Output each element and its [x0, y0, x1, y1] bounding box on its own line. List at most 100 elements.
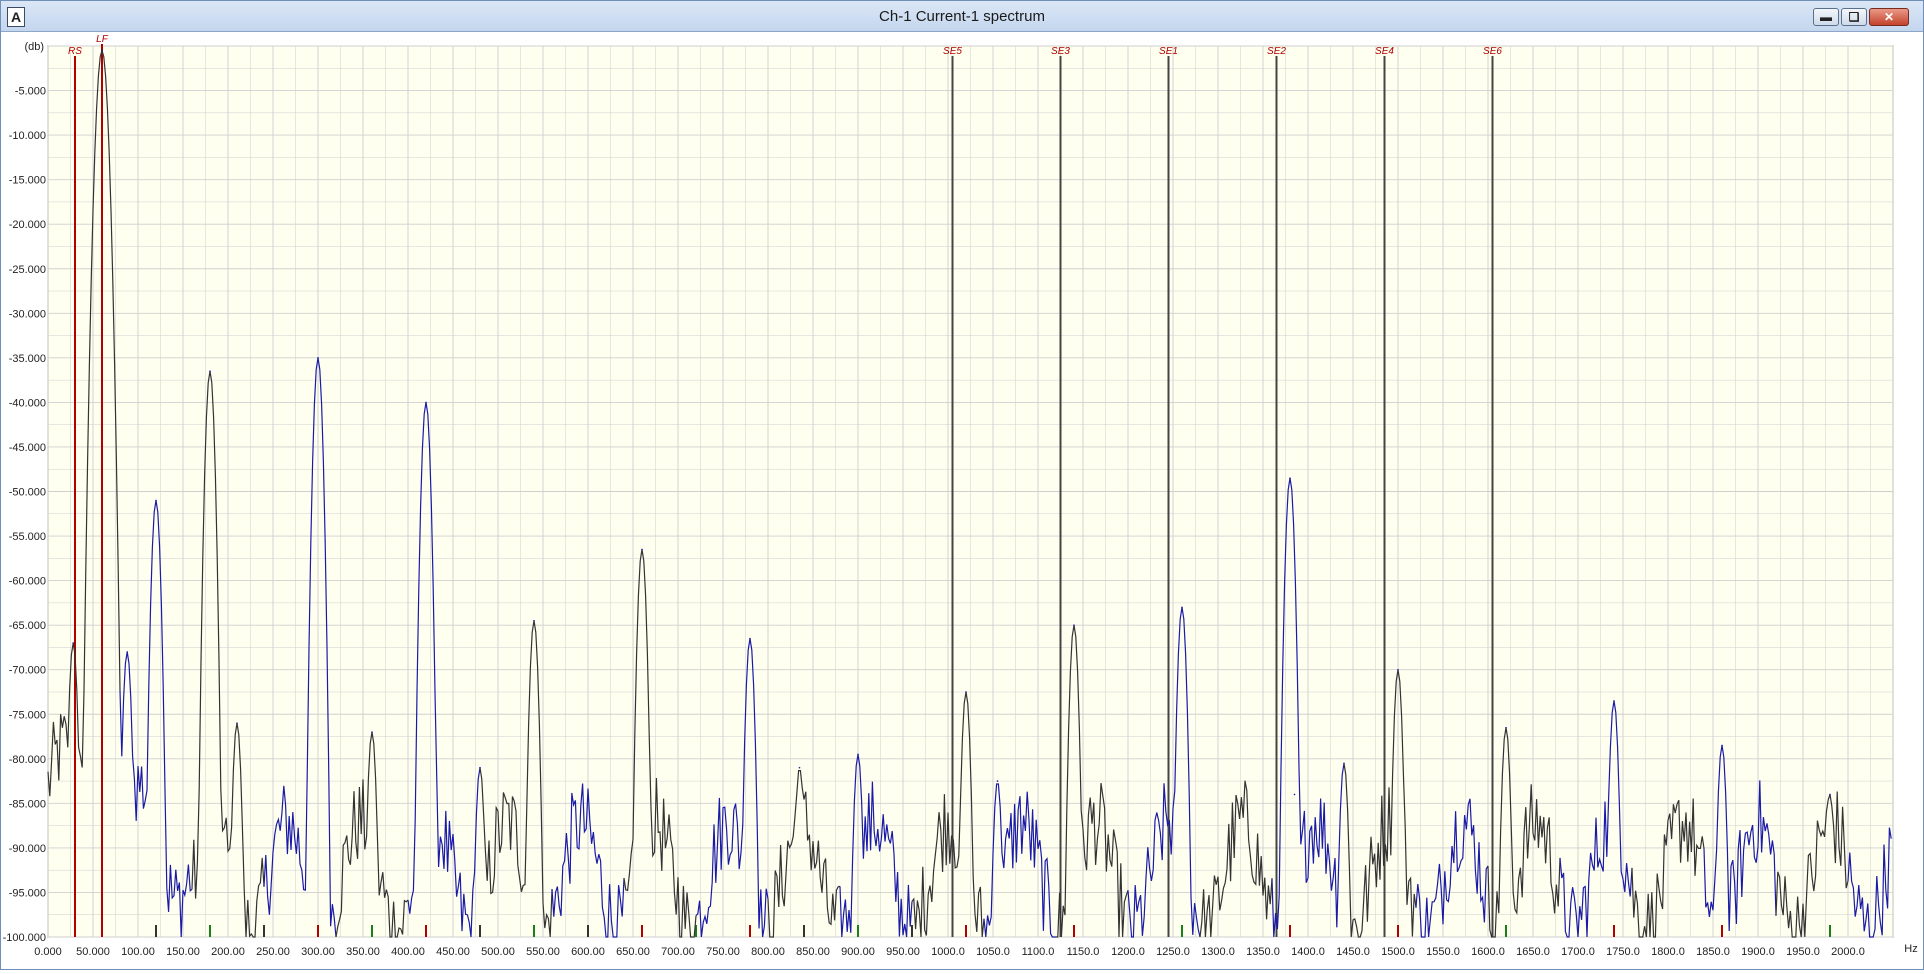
title-bar[interactable]: A Ch-1 Current-1 spectrum ▬ ❑ ✕: [1, 1, 1923, 32]
x-tick-label: 550.00: [526, 946, 560, 958]
marker-label-se4: SE4: [1375, 46, 1394, 57]
spectrum-peak-point: [479, 766, 481, 769]
x-tick-label: 1400.0: [1291, 946, 1325, 958]
x-tick-label: 600.00: [571, 946, 605, 958]
x-tick-label: 2000.0: [1831, 946, 1865, 958]
y-tick-label: -25.000: [9, 264, 46, 276]
x-tick-label: 1750.0: [1606, 946, 1640, 958]
y-tick-label: -65.000: [9, 620, 46, 632]
y-tick-label: -5.000: [15, 86, 46, 98]
spectrum-peak-point: [1073, 624, 1075, 626]
spectrum-peak-point: [1181, 606, 1183, 609]
marker-label-se2: SE2: [1267, 46, 1286, 57]
x-unit-label: Hz: [1904, 943, 1917, 955]
x-tick-label: 1600.0: [1471, 946, 1505, 958]
x-tick-label: 800.00: [751, 946, 785, 958]
spectrum-peak-point: [1505, 726, 1507, 729]
y-tick-label: -40.000: [9, 397, 46, 409]
y-tick-label: -100.000: [3, 932, 46, 944]
spectrum-peak-point: [798, 766, 801, 769]
minimize-button[interactable]: ▬: [1813, 8, 1839, 26]
y-tick-label: -80.000: [9, 754, 46, 766]
spectrum-peak-point: [72, 642, 74, 644]
y-tick-label: -10.000: [9, 130, 46, 142]
restore-button[interactable]: ❑: [1841, 8, 1867, 26]
x-tick-label: 350.00: [346, 946, 380, 958]
x-tick-label: 1050.0: [976, 946, 1010, 958]
y-tick-label: -75.000: [9, 709, 46, 721]
marker-label-se6: SE6: [1483, 46, 1502, 57]
x-tick-label: 850.00: [796, 946, 830, 958]
x-tick-label: 250.00: [256, 946, 290, 958]
x-tick-label: 950.00: [886, 946, 920, 958]
spectrum-peak-point: [236, 722, 238, 724]
x-tick-label: 1250.0: [1156, 946, 1190, 958]
x-tick-label: 500.00: [481, 946, 515, 958]
x-tick-label: 900.00: [841, 946, 875, 958]
window-title: Ch-1 Current-1 spectrum: [879, 8, 1045, 25]
close-icon: ✕: [1883, 10, 1895, 24]
x-tick-label: 1000.0: [931, 946, 965, 958]
x-tick-label: 1450.0: [1336, 946, 1370, 958]
x-tick-label: 400.00: [391, 946, 425, 958]
marker-label-se1: SE1: [1159, 46, 1178, 57]
x-tick-label: 300.00: [301, 946, 335, 958]
y-tick-label: -30.000: [9, 308, 46, 320]
minimize-icon: ▬: [1820, 10, 1832, 24]
spectrum-peak-point: [209, 370, 211, 373]
spectrum-chart[interactable]: -5.000 -10.000 -15.000 -20.000 -25.000 -30.00…: [3, 32, 1921, 969]
x-tick-label: 700.00: [661, 946, 695, 958]
x-tick-label: 1900.0: [1741, 946, 1775, 958]
x-tick-label: 200.00: [211, 946, 245, 958]
x-tick-label: 1500.0: [1381, 946, 1415, 958]
x-tick-label: 1350.0: [1246, 946, 1280, 958]
x-tick-label: 1150.0: [1067, 946, 1100, 958]
spectrum-window: A Ch-1 Current-1 spectrum ▬ ❑ ✕ -5.000 -1…: [0, 0, 1924, 970]
marker-label-se5: SE5: [943, 46, 962, 57]
x-tick-label: 1100.0: [1022, 946, 1055, 958]
spectrum-peak-point: [857, 753, 859, 756]
marker-label-rs: RS: [68, 46, 82, 57]
y-tick-label: -95.000: [9, 887, 46, 899]
spectrum-peak-point: [1829, 793, 1831, 796]
y-tick-label: -60.000: [9, 576, 46, 588]
y-tick-label: -20.000: [9, 219, 46, 231]
x-tick-label: 1200.0: [1111, 946, 1145, 958]
y-tick-label: -85.000: [9, 798, 46, 810]
spectrum-peak-point: [101, 49, 103, 52]
x-tick-label: 150.00: [166, 946, 200, 958]
marker-label-se3: SE3: [1051, 46, 1070, 57]
x-tick-label: 1700.0: [1561, 946, 1595, 958]
spectrum-peak-point: [533, 619, 535, 622]
spectrum-peak-point: [1289, 477, 1291, 479]
spectrum-peak-point: [749, 637, 751, 640]
x-tick-label: 100.00: [121, 946, 155, 958]
grid-lines: [47, 45, 1894, 938]
x-tick-label: 450.00: [436, 946, 470, 958]
y-tick-label: -90.000: [9, 843, 46, 855]
spectrum-peak-point: [965, 691, 967, 693]
x-tick-label: 1800.0: [1651, 946, 1685, 958]
y-tick-label: -35.000: [9, 353, 46, 365]
y-axis-ticks: -5.000 -10.000 -15.000 -20.000 -25.000 -30.00…: [3, 86, 46, 944]
y-tick-label: -15.000: [9, 175, 46, 187]
spectrum-peak-point: [425, 401, 427, 404]
spectrum-peak-point: [317, 357, 319, 359]
spectrum-peak-point: [371, 731, 373, 733]
spectrum-peak-point: [996, 780, 999, 782]
x-tick-label: 1650.0: [1516, 946, 1550, 958]
spectrum-peak-point: [1613, 700, 1615, 702]
spectrum-peak-point: [126, 651, 128, 653]
spectrum-peak-point: [641, 548, 643, 551]
y-tick-label: -70.000: [9, 665, 46, 677]
marker-label-lf: LF: [96, 34, 109, 45]
x-tick-label: 1300.0: [1201, 946, 1235, 958]
y-tick-label: -45.000: [9, 442, 46, 454]
x-tick-label: 650.00: [616, 946, 650, 958]
spectrum-peak-point: [1721, 744, 1723, 747]
y-tick-label: -55.000: [9, 531, 46, 543]
spectrum-peak-point: [1293, 793, 1296, 796]
close-button[interactable]: ✕: [1869, 8, 1909, 26]
x-tick-label: 50.000: [76, 946, 110, 958]
spectrum-peak-point: [1397, 668, 1399, 671]
